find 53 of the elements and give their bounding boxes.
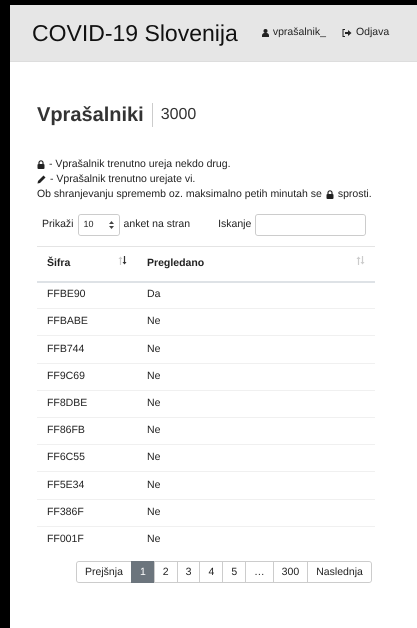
search-field[interactable] [255,214,366,236]
table-cell: Ne [147,506,160,518]
table-cell: Ne [147,533,160,546]
page-title: Vprašalniki [37,103,144,128]
page-button[interactable]: 3 [176,561,200,584]
sort-icon[interactable] [356,256,365,265]
length-label: Prikaži [42,217,74,232]
table-cell: Ne [147,478,160,491]
record-count: 3000 [160,105,196,125]
logout-link[interactable]: Odjava [342,25,390,41]
table-cell: Ne [147,424,160,436]
table-cell: Ne [147,451,160,464]
table-cell: FFBABE [47,315,88,328]
table-cell: Ne [147,396,160,409]
brand-title[interactable]: COVID-19 Slovenija [32,16,238,50]
table-cell: FF001F [47,533,84,546]
search-label: Iskanje [218,217,252,232]
legend-text: - Vprašalnik trenutno ureja nekdo drug. [49,157,231,172]
table-cell: Ne [147,315,160,328]
table-cell: FFB744 [47,342,84,355]
table-cell: FF5E34 [47,478,84,491]
table-cell: Ne [147,370,160,382]
table-cell: FF6C55 [47,451,85,464]
lock-icon [37,160,45,169]
page-button[interactable]: … [245,561,274,584]
logout-icon [342,29,352,37]
legend-text: sprosti. [338,187,372,202]
column-header[interactable]: Šifra [47,256,70,269]
table-cell: FF9C69 [47,370,85,382]
legend-text: - Vprašalnik trenutno urejate vi. [50,172,196,187]
pencil-icon [37,175,46,184]
table-cell: FF386F [47,506,84,518]
page-button[interactable]: Naslednja [307,561,372,584]
table-cell: FF8DBE [47,396,88,409]
table-cell: FF86FB [47,424,85,436]
table-cell: FFBE90 [47,288,86,300]
page-button[interactable]: 2 [154,561,178,584]
page-button[interactable]: 5 [222,561,246,584]
page-button[interactable]: 4 [199,561,224,584]
page-button[interactable]: 300 [272,561,308,584]
legend-text: Ob shranjevanju sprememb oz. maksimalno petih minutah se [37,187,322,202]
user-link[interactable]: vprašalnik_ [262,25,326,41]
table-cell: Da [147,288,160,300]
length-label: anket na stran [124,217,190,232]
page-button[interactable]: 1 [130,561,155,584]
select-arrows-icon [108,221,114,229]
sort-desc-icon[interactable] [118,256,127,265]
lock-icon [326,190,334,199]
user-icon [262,29,269,37]
page-button[interactable]: Prejšnja [76,561,132,584]
table-cell: Ne [147,342,160,355]
column-header[interactable]: Pregledano [147,256,204,269]
page-size-select[interactable]: 10 [78,214,120,236]
